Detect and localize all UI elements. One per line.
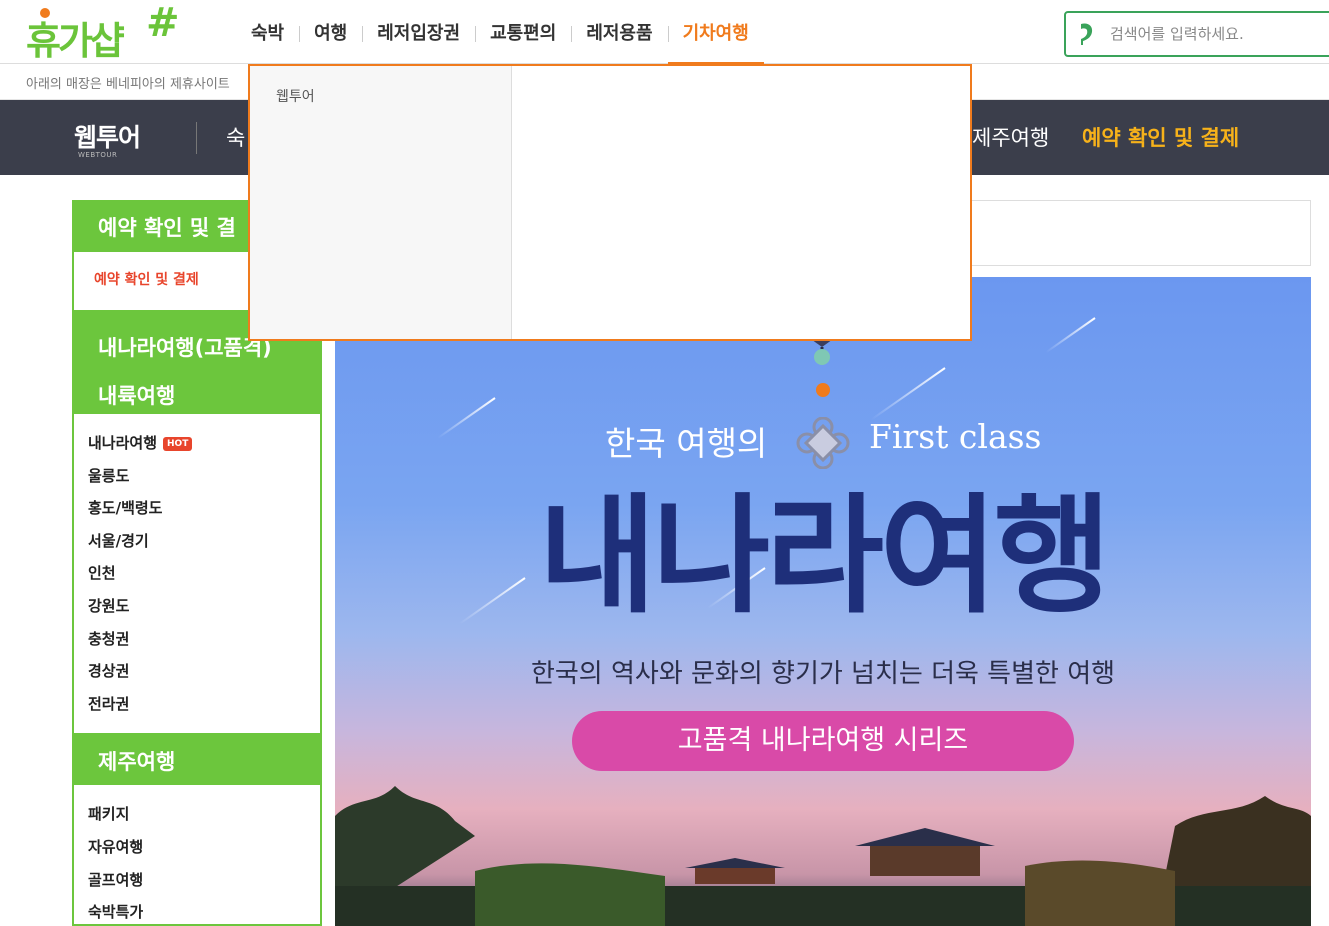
sidebar-item-gyeongsang[interactable]: 경상권 xyxy=(88,656,320,689)
sidebar-item-seoul[interactable]: 서울/경기 xyxy=(88,526,320,559)
logo-hash-icon: # xyxy=(146,0,180,46)
nav-item-travel[interactable]: 여행 xyxy=(299,0,362,64)
site-logo[interactable]: 휴가샵 # xyxy=(26,0,196,64)
sidebar-item-chungcheong[interactable]: 충청권 xyxy=(88,624,320,657)
main-nav: 숙박 여행 레저입장권 교통편의 레저용품 기차여행 xyxy=(236,0,765,64)
partner-nav-item-reservation[interactable]: 예약 확인 및 결제 xyxy=(1082,122,1239,152)
sidebar-item-hotel-deals[interactable]: 숙박특가 xyxy=(88,897,320,924)
sidebar-jeju-list: 패키지 자유여행 골프여행 숙박특가 xyxy=(74,785,320,924)
promo-banner[interactable]: 한국 여행의 First class 내나라여행 한국의 역사와 문화의 향기가… xyxy=(335,277,1311,926)
sidebar-item-golf[interactable]: 골프여행 xyxy=(88,865,320,898)
top-header: 휴가샵 # 숙박 여행 레저입장권 교통편의 레저용품 기차여행 xyxy=(0,0,1329,64)
palace-scenery xyxy=(335,786,1311,926)
dropdown-left-column: 웹투어 xyxy=(250,66,512,339)
banner-subtitle-left: 한국 여행의 xyxy=(605,424,768,463)
partner-logo[interactable]: 웹투어 xyxy=(74,118,141,154)
star-streak xyxy=(437,397,496,439)
sidebar-item-jeolla[interactable]: 전라권 xyxy=(88,689,320,722)
search-input[interactable] xyxy=(1110,13,1329,55)
nav-item-leisure-goods[interactable]: 레저용품 xyxy=(571,0,667,64)
notice-text: 아래의 매장은 베네피아의 제휴사이트 xyxy=(26,77,230,92)
sidebar-item-reservation-label: 예약 확인 및 결제 xyxy=(94,272,199,288)
partner-divider xyxy=(196,122,197,154)
sidebar-section-domestic-line2: 내륙여행 xyxy=(98,384,176,408)
knot-pattern-icon xyxy=(796,417,850,469)
star-streak xyxy=(1045,317,1096,354)
banner-description: 한국의 역사와 문화의 향기가 넘치는 더욱 특별한 여행 xyxy=(530,659,1116,689)
hot-badge: HOT xyxy=(163,437,193,451)
logo-text: 휴가샵 xyxy=(26,19,125,63)
nav-item-train-travel[interactable]: 기차여행 xyxy=(667,0,765,64)
partner-nav-item-jeju[interactable]: 제주여행 xyxy=(972,122,1049,152)
sidebar-item-hongdo[interactable]: 홍도/백령도 xyxy=(88,493,320,526)
sidebar-section-jeju-title: 제주여행 xyxy=(74,733,320,786)
banner-title: 내나라여행 xyxy=(538,482,1112,631)
sidebar-item-gangwon[interactable]: 강원도 xyxy=(88,591,320,624)
banner-series-button[interactable]: 고품격 내나라여행 시리즈 xyxy=(572,711,1074,771)
dropdown-item-webtour[interactable]: 웹투어 xyxy=(276,86,315,106)
search-box xyxy=(1064,11,1329,57)
sidebar-item-incheon[interactable]: 인천 xyxy=(88,558,320,591)
banner-subtitle-right: First class xyxy=(869,417,1042,456)
sidebar-item-naenara[interactable]: 내나라여행 HOT xyxy=(88,428,320,461)
train-travel-dropdown: 웹투어 xyxy=(248,64,972,341)
sidebar-item-package[interactable]: 패키지 xyxy=(88,799,320,832)
nav-item-leisure-tickets[interactable]: 레저입장권 xyxy=(362,0,475,64)
nav-item-transport[interactable]: 교통편의 xyxy=(475,0,571,64)
nav-item-lodging[interactable]: 숙박 xyxy=(236,0,299,64)
star-streak xyxy=(870,367,946,421)
sidebar-item-free-travel[interactable]: 자유여행 xyxy=(88,832,320,865)
sidebar-domestic-list: 내나라여행 HOT 울릉도 홍도/백령도 서울/경기 인천 강원도 충청권 경상권… xyxy=(74,414,320,733)
partner-nav-item-lodging[interactable]: 숙 xyxy=(226,122,245,152)
sidebar-item-ulleungdo[interactable]: 울릉도 xyxy=(88,461,320,494)
sidebar-item-label: 내나라여행 xyxy=(88,434,158,452)
leaf-icon xyxy=(1081,23,1093,45)
partner-logo-sub: WEBTOUR xyxy=(78,151,118,159)
